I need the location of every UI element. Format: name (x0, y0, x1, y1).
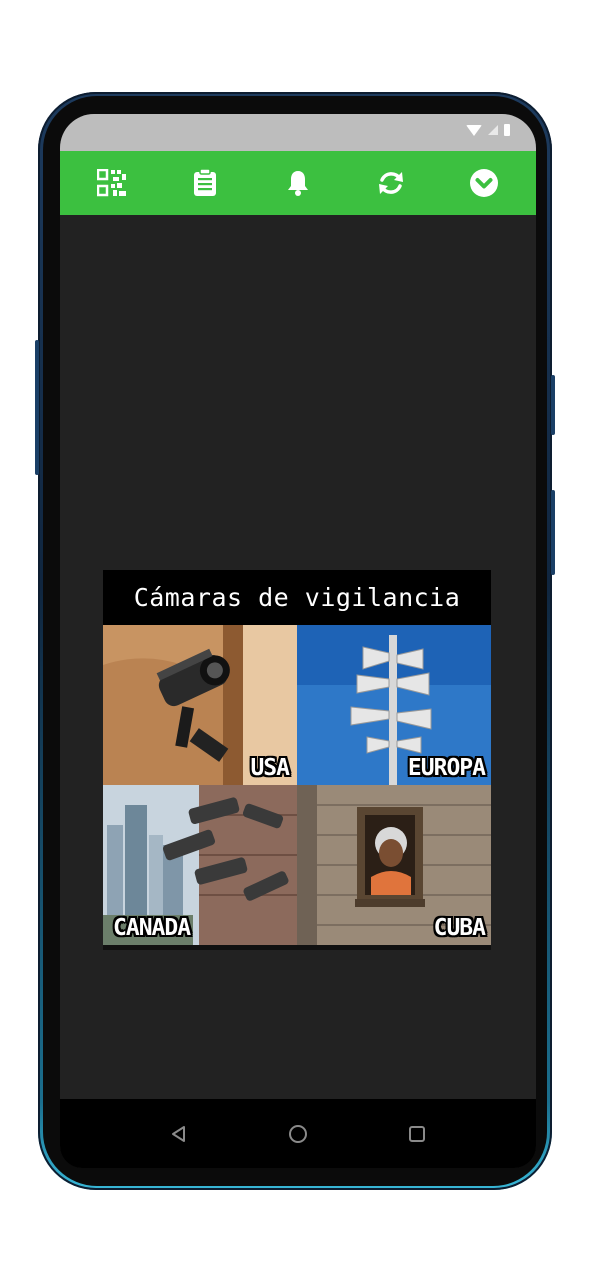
clipboard-button[interactable] (183, 161, 227, 205)
refresh-icon (378, 172, 403, 194)
meme-panel-canada: CANADA (103, 785, 297, 945)
status-icons (466, 124, 510, 136)
qr-code-icon (97, 169, 127, 197)
refresh-button[interactable] (369, 161, 413, 205)
recents-button[interactable] (397, 1114, 437, 1154)
battery-icon (504, 124, 510, 136)
meme-grid: USA EUROPA CANADA CUBA (103, 625, 491, 945)
chevron-down-circle-icon (469, 169, 498, 197)
panel-label-cuba: CUBA (433, 915, 486, 941)
phone-screen: Cámaras de vigilancia USA EUROPA CANADA … (60, 114, 536, 1168)
confirm-button[interactable] (462, 161, 506, 205)
wifi-icon (466, 124, 482, 136)
panel-label-canada: CANADA (113, 915, 191, 941)
back-triangle-icon (172, 1125, 186, 1142)
bell-icon (287, 171, 308, 196)
clipboard-list-icon (194, 169, 217, 196)
recents-square-icon (408, 1125, 425, 1142)
panel-label-europa: EUROPA (407, 755, 486, 781)
side-button (551, 490, 555, 575)
meme-panel-europa: EUROPA (297, 625, 491, 785)
android-navbar (60, 1099, 536, 1168)
home-circle-icon (288, 1124, 307, 1143)
app-toolbar (60, 151, 536, 215)
qr-code-button[interactable] (90, 161, 134, 205)
back-button[interactable] (159, 1114, 199, 1154)
meme-image: Cámaras de vigilancia USA EUROPA CANADA … (103, 570, 491, 950)
meme-panel-usa: USA (103, 625, 297, 785)
signal-icon (488, 125, 498, 135)
home-button[interactable] (278, 1114, 318, 1154)
meme-panel-cuba: CUBA (297, 785, 491, 945)
volume-button (35, 340, 39, 475)
notifications-button[interactable] (276, 161, 320, 205)
panel-label-usa: USA (250, 755, 290, 781)
content-area: Cámaras de vigilancia USA EUROPA CANADA … (60, 215, 536, 1099)
meme-title: Cámaras de vigilancia (103, 570, 491, 625)
power-button (551, 375, 555, 435)
status-bar (60, 114, 536, 151)
